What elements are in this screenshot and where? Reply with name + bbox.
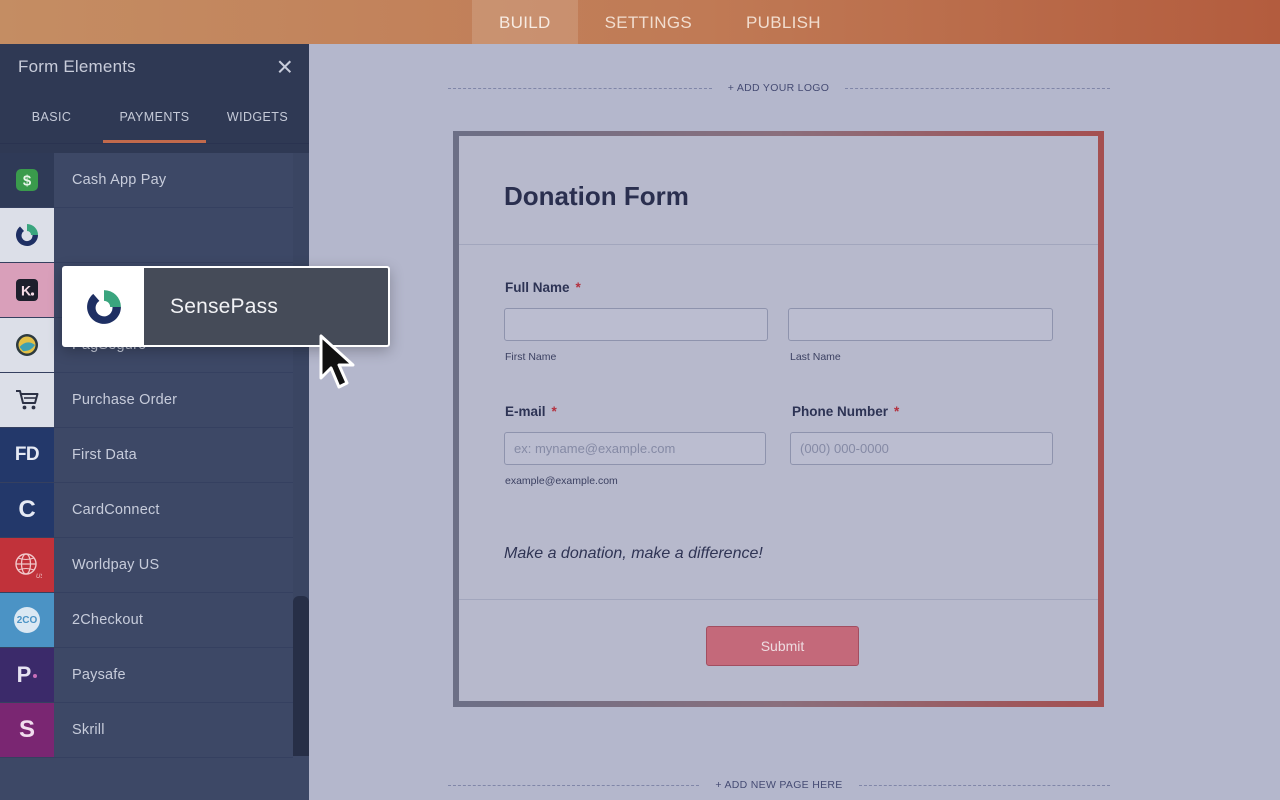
tab-basic[interactable]: BASIC [0,90,103,143]
gateway-label: Worldpay US [72,557,160,573]
tab-publish[interactable]: PUBLISH [719,0,848,44]
dragged-element-label: SensePass [170,295,279,318]
required-mark: * [894,404,900,419]
gateway-item-skrill[interactable]: S Skrill [0,703,293,758]
mouse-pointer-icon [319,334,355,389]
add-logo-row: + ADD YOUR LOGO [448,82,1110,94]
cardconnect-glyph: C [18,496,36,523]
skrill-glyph: S [18,716,35,743]
sidebar-header: Form Elements × [0,44,309,90]
gateway-label: Cash App Pay [72,172,167,188]
full-name-label[interactable]: Full Name * [505,280,581,295]
svg-text:US: US [36,574,42,580]
add-logo-link[interactable]: + ADD YOUR LOGO [712,82,845,94]
sensepass-icon [0,208,54,262]
submit-button[interactable]: Submit [706,626,859,666]
sidebar-tabs: BASIC PAYMENTS WIDGETS [0,90,309,144]
2checkout-glyph: 2CO [16,614,38,626]
required-mark: * [551,404,557,419]
gateway-list: $ Cash App Pay K PagSeguro [0,153,293,758]
full-name-label-text: Full Name [505,280,570,295]
phone-label[interactable]: Phone Number * [792,404,899,419]
paysafe-glyph: P [16,662,32,687]
gateway-item-first-data[interactable]: FD First Data [0,428,293,483]
phone-label-text: Phone Number [792,404,889,419]
add-page-link[interactable]: + ADD NEW PAGE HERE [699,779,858,791]
phone-input[interactable] [790,432,1053,465]
svg-text:$: $ [23,173,32,190]
sidebar-title: Form Elements [18,57,136,76]
close-icon[interactable]: × [277,53,293,81]
email-label-text: E-mail [505,404,546,419]
email-label[interactable]: E-mail * [505,404,557,419]
gateway-item-worldpay-us[interactable]: US Worldpay US [0,538,293,593]
tab-widgets[interactable]: WIDGETS [206,90,309,143]
donation-form: Donation Form Full Name * First Name Last… [459,136,1098,701]
gateway-item-2checkout[interactable]: 2CO 2Checkout [0,593,293,648]
gateway-item-cardconnect[interactable]: C CardConnect [0,483,293,538]
gateway-label: CardConnect [72,502,160,518]
email-input[interactable] [504,432,766,465]
top-nav: BUILD SETTINGS PUBLISH [472,0,848,44]
dashed-divider [448,87,712,89]
required-mark: * [575,280,581,295]
gateway-item-sensepass[interactable] [0,208,293,263]
first-name-input[interactable] [504,308,768,341]
cash-app-icon: $ [0,153,54,207]
tab-build[interactable]: BUILD [472,0,578,44]
pagseguro-icon [0,318,54,372]
last-name-input[interactable] [788,308,1053,341]
gateway-label: First Data [72,447,137,463]
worldpay-icon: US [0,538,54,592]
sidebar-scrollbar-thumb[interactable] [293,596,309,756]
dashed-divider [448,784,700,786]
footer-divider [459,599,1098,600]
gateway-label: Paysafe [72,667,126,683]
gateway-label [54,208,72,262]
cart-icon [0,373,54,427]
dashed-divider [858,784,1110,786]
dashed-divider [845,87,1110,89]
klarna-icon: K [0,263,54,317]
sensepass-icon [64,268,144,345]
paysafe-dot [33,674,38,678]
form-tagline[interactable]: Make a donation, make a difference! [504,545,763,563]
first-data-glyph: FD [14,444,40,465]
2checkout-icon: 2CO [0,593,54,647]
gateway-label: 2Checkout [72,612,144,628]
svg-text:K: K [21,283,31,299]
add-page-row: + ADD NEW PAGE HERE [448,779,1110,791]
form-frame: Donation Form Full Name * First Name Last… [453,131,1104,707]
last-name-sublabel: Last Name [790,351,841,363]
first-name-sublabel: First Name [505,351,557,363]
cardconnect-icon: C [0,483,54,537]
skrill-icon: S [0,703,54,757]
header-divider [459,244,1098,245]
gateway-label: Purchase Order [72,392,178,408]
gateway-item-cash-app-pay[interactable]: $ Cash App Pay [0,153,293,208]
email-sublabel: example@example.com [505,475,618,487]
2checkout-badge: 2CO [14,607,40,633]
tab-settings[interactable]: SETTINGS [578,0,719,44]
top-bar: BUILD SETTINGS PUBLISH [0,0,1280,44]
gateway-label: Skrill [72,722,105,738]
paysafe-icon: P [0,648,54,702]
gateway-item-paysafe[interactable]: P Paysafe [0,648,293,703]
form-title[interactable]: Donation Form [504,181,689,212]
tab-payments[interactable]: PAYMENTS [103,90,206,143]
gateway-item-purchase-order[interactable]: Purchase Order [0,373,293,428]
first-data-icon: FD [0,428,54,482]
